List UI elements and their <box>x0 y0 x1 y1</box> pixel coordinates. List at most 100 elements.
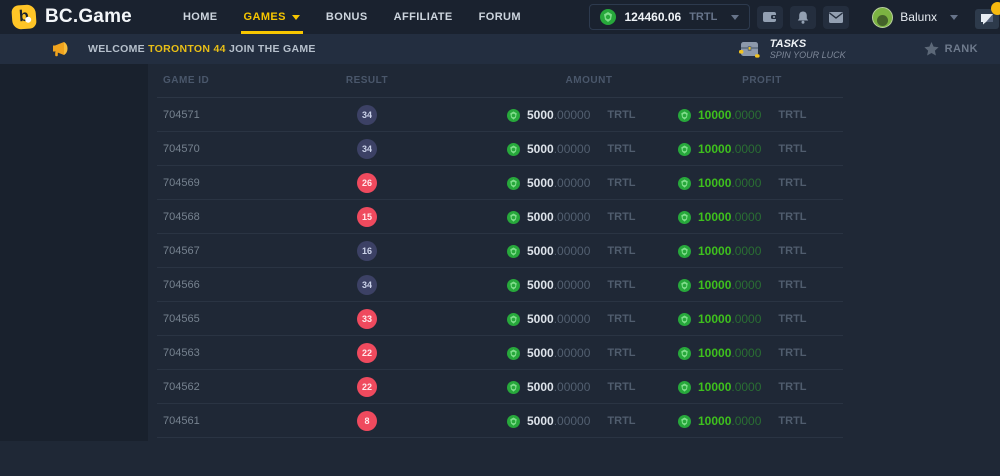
amount-cell: 5000.00000 TRTL <box>507 200 636 234</box>
profit-cell: 10000.0000 TRTL <box>678 404 807 438</box>
profit-decimals: .0000 <box>731 414 761 428</box>
profit-decimals: .0000 <box>731 142 761 156</box>
profit-decimals: .0000 <box>731 108 761 122</box>
nav-item-forum[interactable]: FORUM <box>466 0 534 34</box>
amount-decimals: .00000 <box>554 312 591 326</box>
table-row[interactable]: 704569 26 5000.00000 TRTL 10000 <box>157 166 843 200</box>
amount-currency: TRTL <box>607 279 635 291</box>
coin-icon <box>678 347 691 360</box>
amount-cell: 5000.00000 TRTL <box>507 132 636 166</box>
amount-currency: TRTL <box>607 381 635 393</box>
coin-icon <box>600 9 616 25</box>
profit-currency: TRTL <box>778 211 806 223</box>
profit-integer: 10000 <box>698 176 731 190</box>
profit-cell: 10000.0000 TRTL <box>678 132 807 166</box>
amount-decimals: .00000 <box>554 278 591 292</box>
profit-decimals: .0000 <box>731 244 761 258</box>
messages-button[interactable] <box>823 6 849 29</box>
profit-integer: 10000 <box>698 244 731 258</box>
table-row[interactable]: 704561 8 5000.00000 TRTL 10000. <box>157 404 843 438</box>
result-badge: 15 <box>357 207 377 227</box>
table-row[interactable]: 704571 34 5000.00000 TRTL 10000 <box>157 98 843 132</box>
profit-cell: 10000.0000 TRTL <box>678 370 807 404</box>
game-id: 704561 <box>163 404 200 438</box>
coin-icon <box>507 347 520 360</box>
announcement-bar: WELCOME TORONTON 44 JOIN THE GAME TASKS … <box>0 34 1000 64</box>
coin-icon <box>507 313 520 326</box>
profit-integer: 10000 <box>698 142 731 156</box>
header-profit: PROFIT <box>702 64 822 98</box>
brand-logo[interactable]: b BC.Game <box>12 5 132 29</box>
nav-item-games[interactable]: GAMES <box>231 0 313 34</box>
coin-icon <box>507 415 520 428</box>
coin-icon <box>678 109 691 122</box>
profit-cell: 10000.0000 TRTL <box>678 268 807 302</box>
table-row[interactable]: 704567 16 5000.00000 TRTL 10000 <box>157 234 843 268</box>
result-badge: 34 <box>357 139 377 159</box>
amount-currency: TRTL <box>607 177 635 189</box>
tasks-button[interactable]: TASKS SPIN YOUR LUCK <box>738 38 846 61</box>
amount-currency: TRTL <box>607 415 635 427</box>
rank-button[interactable]: RANK <box>924 42 978 56</box>
amount-integer: 5000 <box>527 414 554 428</box>
logo-dot <box>25 17 31 23</box>
table-row[interactable]: 704563 22 5000.00000 TRTL 10000 <box>157 336 843 370</box>
coin-icon <box>507 245 520 258</box>
chat-notification-badge <box>991 2 1000 15</box>
amount-decimals: .00000 <box>554 176 591 190</box>
amount-integer: 5000 <box>527 142 554 156</box>
coin-icon <box>507 381 520 394</box>
profit-integer: 10000 <box>698 414 731 428</box>
result-cell: 26 <box>307 166 427 200</box>
amount-cell: 5000.00000 TRTL <box>507 302 636 336</box>
tasks-title: TASKS <box>770 38 846 51</box>
chat-button[interactable] <box>975 5 1000 29</box>
balance-value: 124460.06 <box>624 10 681 24</box>
table-row[interactable]: 704568 15 5000.00000 TRTL 10000 <box>157 200 843 234</box>
megaphone-icon <box>52 42 70 57</box>
coin-icon <box>678 177 691 190</box>
brand-logo-icon: b <box>11 4 37 30</box>
profit-currency: TRTL <box>778 415 806 427</box>
result-cell: 15 <box>307 200 427 234</box>
brand-name: BC.Game <box>45 6 132 28</box>
announcement-prefix: WELCOME <box>88 43 148 55</box>
table-row[interactable]: 704565 33 5000.00000 TRTL 10000 <box>157 302 843 336</box>
profit-cell: 10000.0000 TRTL <box>678 200 807 234</box>
table-row[interactable]: 704566 34 5000.00000 TRTL 10000 <box>157 268 843 302</box>
profit-currency: TRTL <box>778 143 806 155</box>
amount-integer: 5000 <box>527 278 554 292</box>
profit-currency: TRTL <box>778 109 806 121</box>
bet-history-table: GAME ID RESULT AMOUNT PROFIT 704571 34 5… <box>157 64 843 438</box>
wallet-button[interactable] <box>757 6 783 29</box>
main-nav: HOME GAMES BONUS AFFILIATE FORUM <box>170 0 534 34</box>
nav-label: BONUS <box>326 11 368 23</box>
amount-decimals: .00000 <box>554 244 591 258</box>
wallet-icon <box>763 11 778 23</box>
result-badge: 16 <box>357 241 377 261</box>
coin-icon <box>507 143 520 156</box>
balance-currency: TRTL <box>689 11 717 23</box>
amount-integer: 5000 <box>527 176 554 190</box>
result-cell: 33 <box>307 302 427 336</box>
table-row[interactable]: 704570 34 5000.00000 TRTL 10000 <box>157 132 843 166</box>
result-cell: 8 <box>307 404 427 438</box>
topbar-right: 124460.06 TRTL Balunx <box>589 4 1000 30</box>
notifications-button[interactable] <box>790 6 816 29</box>
balance-selector[interactable]: 124460.06 TRTL <box>589 4 750 30</box>
profit-integer: 10000 <box>698 210 731 224</box>
game-id: 704566 <box>163 268 200 302</box>
table-row[interactable]: 704562 22 5000.00000 TRTL 10000 <box>157 370 843 404</box>
amount-currency: TRTL <box>607 109 635 121</box>
nav-item-bonus[interactable]: BONUS <box>313 0 381 34</box>
amount-currency: TRTL <box>607 347 635 359</box>
nav-item-home[interactable]: HOME <box>170 0 231 34</box>
amount-currency: TRTL <box>607 143 635 155</box>
amount-integer: 5000 <box>527 108 554 122</box>
nav-item-affiliate[interactable]: AFFILIATE <box>381 0 466 34</box>
profit-integer: 10000 <box>698 108 731 122</box>
amount-cell: 5000.00000 TRTL <box>507 370 636 404</box>
coin-icon <box>678 245 691 258</box>
coin-icon <box>507 109 520 122</box>
user-menu[interactable]: Balunx <box>872 7 958 28</box>
